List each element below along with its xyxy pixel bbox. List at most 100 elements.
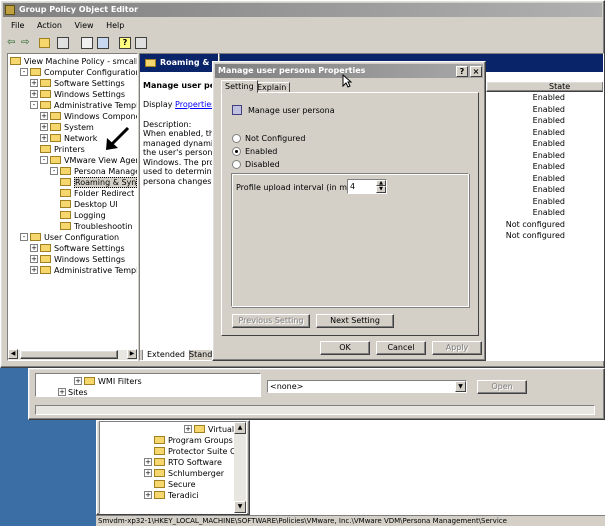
menu-file[interactable]: File <box>11 20 24 32</box>
up-folder-icon[interactable] <box>39 38 50 48</box>
properties-link[interactable]: Properties <box>175 100 215 109</box>
help-icon[interactable]: ? <box>119 37 131 49</box>
forward-arrow-icon[interactable]: ⇨ <box>21 37 29 48</box>
view-tabs: Extended Standa <box>140 350 218 360</box>
menu-action[interactable]: Action <box>37 20 62 32</box>
state-cell[interactable]: Enabled <box>533 207 565 218</box>
state-column-header[interactable]: State <box>486 81 603 92</box>
collapse-icon[interactable]: - <box>50 166 58 175</box>
tree-schlumberger[interactable]: + Schlumberger <box>144 468 224 479</box>
show-tree-icon[interactable] <box>57 37 69 49</box>
wmi-filters-item[interactable]: + WMI Filters <box>74 376 142 387</box>
sites-item[interactable]: + Sites <box>58 387 88 398</box>
state-cell[interactable]: Enabled <box>533 184 565 195</box>
tree-item[interactable]: Roaming & Syn <box>60 177 137 188</box>
state-cell[interactable]: Not configured <box>506 230 565 241</box>
tree-program-groups[interactable]: Program Groups <box>154 435 233 446</box>
expand-icon[interactable]: + <box>40 122 48 131</box>
state-cell[interactable]: Enabled <box>533 115 565 126</box>
expand-icon[interactable]: + <box>30 89 38 98</box>
expand-icon[interactable]: + <box>30 254 38 263</box>
tree-label: RTO Software <box>168 458 222 467</box>
close-icon[interactable]: × <box>470 66 482 77</box>
collapse-icon[interactable]: - <box>30 100 38 109</box>
menu-view[interactable]: View <box>75 20 94 32</box>
tab-extended[interactable]: Extended <box>142 350 190 360</box>
state-cell[interactable]: Not configured <box>506 219 565 230</box>
tree-item[interactable]: Folder Redirect <box>60 188 134 199</box>
state-cell[interactable]: Enabled <box>533 138 565 149</box>
tree-item[interactable]: View Machine Policy - smcallister [a <box>10 56 137 67</box>
ok-button[interactable]: OK <box>320 341 370 355</box>
tree-item[interactable]: + Windows Settings <box>30 89 125 100</box>
tree-item[interactable]: + Network <box>40 133 97 144</box>
tree-item[interactable]: Printers <box>40 144 85 155</box>
folder-icon <box>60 188 71 197</box>
tree-virtual[interactable]: + Virtual P <box>184 424 242 435</box>
state-cell[interactable]: Enabled <box>533 161 565 172</box>
tree-item[interactable]: + Software Settings <box>30 78 125 89</box>
console-icon[interactable] <box>135 37 147 49</box>
tree-item[interactable]: - VMware View Agent Co <box>40 155 137 166</box>
collapse-icon[interactable]: - <box>20 67 28 76</box>
tree-item[interactable]: - Persona Manageme <box>50 166 137 177</box>
tree-item[interactable]: Logging <box>60 210 106 221</box>
tree-item[interactable]: + Software Settings <box>30 243 125 254</box>
expand-icon[interactable]: + <box>30 265 38 274</box>
tab-panel: Manage user persona Not Configured Enabl… <box>221 92 479 336</box>
tree-item[interactable]: Desktop UI <box>60 199 118 210</box>
tree-item[interactable]: + System <box>40 122 94 133</box>
state-cell[interactable]: Enabled <box>533 104 565 115</box>
scroll-thumb[interactable] <box>20 350 118 359</box>
tree-item[interactable]: Troubleshootin <box>60 221 132 232</box>
scroll-left-icon[interactable]: ◀ <box>8 349 18 359</box>
refresh-icon[interactable] <box>97 37 109 49</box>
tree-item-label: Software Settings <box>54 79 125 88</box>
tree-secure[interactable]: Secure <box>154 479 196 490</box>
background-hscroll[interactable] <box>35 405 595 415</box>
next-setting-button[interactable]: Next Setting <box>316 314 394 328</box>
state-cell[interactable]: Enabled <box>533 196 565 207</box>
scroll-right-icon[interactable]: ▶ <box>127 349 137 359</box>
expand-icon[interactable]: + <box>40 111 48 120</box>
tree-protector[interactable]: Protector Suite QL <box>154 446 241 457</box>
folder-icon <box>194 424 205 433</box>
collapse-icon[interactable]: - <box>20 232 28 241</box>
previous-setting-button[interactable]: Previous Setting <box>232 314 310 328</box>
back-arrow-icon[interactable]: ⇦ <box>7 37 15 48</box>
help-title-button[interactable]: ? <box>456 66 468 77</box>
scroll-down-icon[interactable]: ▼ <box>234 501 246 513</box>
tree-item[interactable]: + Windows Components <box>40 111 137 122</box>
interval-stepper[interactable]: 4 ▲ ▼ <box>347 179 387 194</box>
tree-item[interactable]: - User Configuration <box>20 232 119 243</box>
none-select[interactable]: <none> ▼ <box>267 380 467 393</box>
state-cell[interactable]: Enabled <box>533 150 565 161</box>
tree-item[interactable]: + Windows Settings <box>30 254 125 265</box>
expand-icon[interactable]: + <box>40 133 48 142</box>
scroll-up-icon[interactable]: ▲ <box>234 422 246 434</box>
tree-item[interactable]: + Administrative Templates <box>30 265 137 276</box>
chevron-down-icon[interactable]: ▼ <box>455 381 466 392</box>
tree-rto[interactable]: + RTO Software <box>144 457 222 468</box>
tree-vscroll[interactable]: ▲ ▼ <box>234 422 246 513</box>
apply-button[interactable]: Apply <box>432 341 482 355</box>
open-button[interactable]: Open <box>477 380 527 394</box>
spin-down-icon[interactable]: ▼ <box>376 186 386 193</box>
expand-icon[interactable]: + <box>30 243 38 252</box>
menu-help[interactable]: Help <box>106 20 124 32</box>
state-cell[interactable]: Enabled <box>533 173 565 184</box>
tree-item[interactable]: - Administrative Templates <box>30 100 137 111</box>
cancel-button[interactable]: Cancel <box>376 341 426 355</box>
tree-teradici[interactable]: + Teradici <box>144 490 199 501</box>
folder-icon <box>50 155 61 164</box>
folder-icon <box>40 144 51 153</box>
state-cell[interactable]: Enabled <box>533 127 565 138</box>
tab-setting[interactable]: Setting <box>221 80 258 93</box>
collapse-icon[interactable]: - <box>40 155 48 164</box>
properties-icon[interactable] <box>81 37 93 49</box>
expand-icon[interactable]: + <box>30 78 38 87</box>
state-cell[interactable]: Enabled <box>533 92 565 103</box>
tree-hscroll[interactable]: ◀ ▶ <box>8 349 137 360</box>
tree-item[interactable]: - Computer Configuration <box>20 67 137 78</box>
background-list: + WMI Filters + Sites <box>35 373 261 397</box>
